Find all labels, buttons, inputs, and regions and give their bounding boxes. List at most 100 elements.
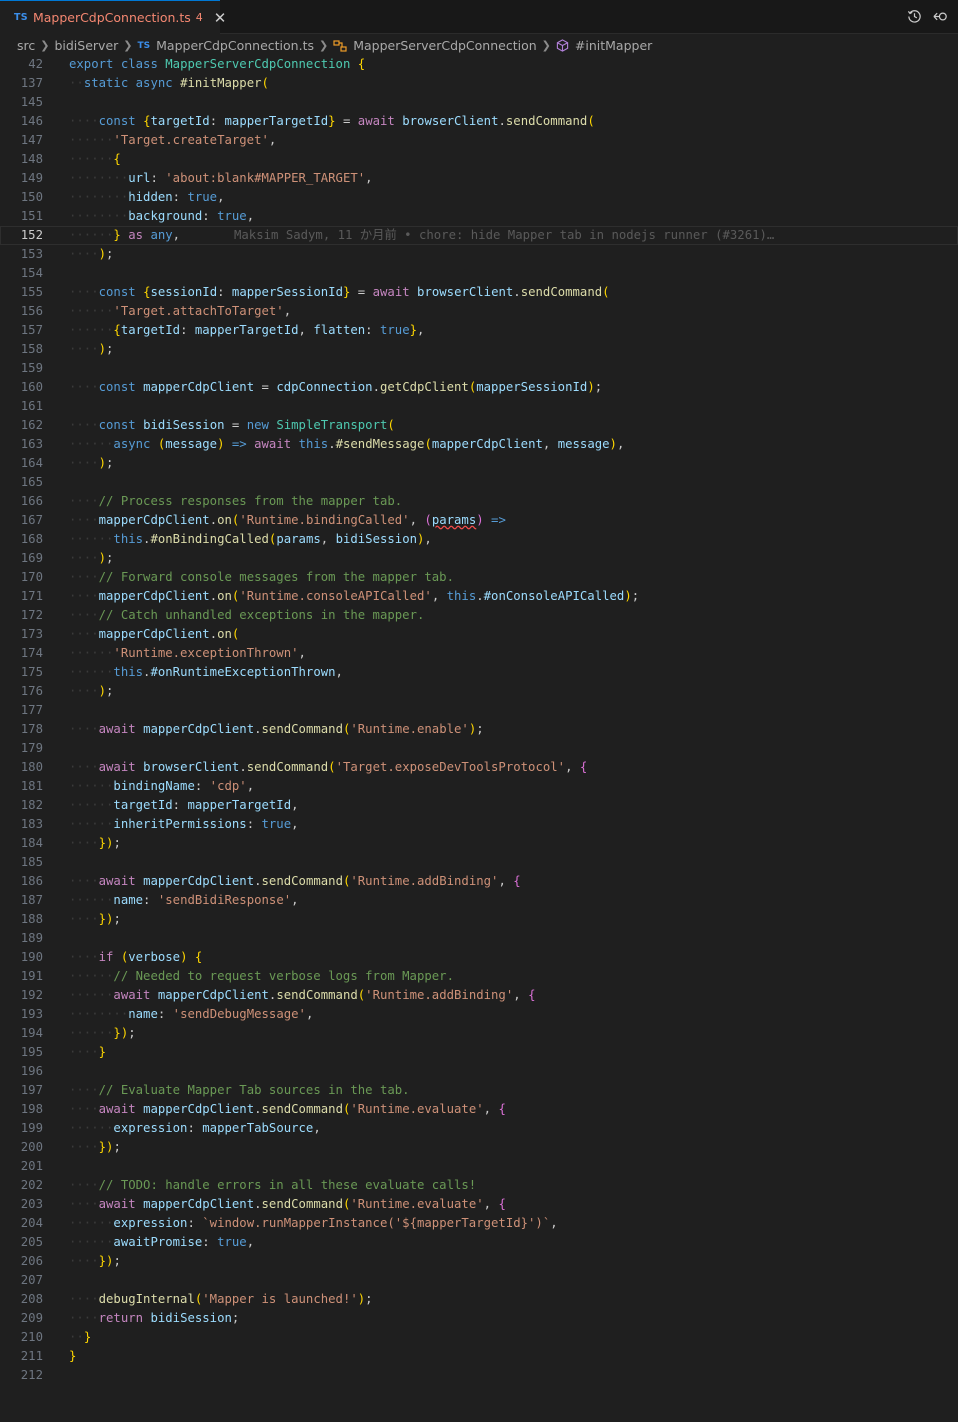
code-line[interactable]: 146 ····const {targetId: mapperTargetId} … [0,112,958,131]
code-line[interactable]: 171 ····mapperCdpClient.on('Runtime.conso… [0,587,958,606]
code-line[interactable]: 42 export class MapperServerCdpConnection… [0,55,958,74]
line-code: ····mapperCdpClient.on('Runtime.consoleA… [69,589,640,603]
code-line[interactable]: 169 ····); [0,549,958,568]
code-line[interactable]: 192 ······await mapperCdpClient.sendComma… [0,986,958,1005]
code-line[interactable]: 208 ····debugInternal('Mapper is launched… [0,1290,958,1309]
code-line[interactable]: 166 ····// Process responses from the map… [0,492,958,511]
code-line[interactable]: 155 ····const {sessionId: mapperSessionId… [0,283,958,302]
code-line[interactable]: 164 ····); [0,454,958,473]
history-icon[interactable] [906,8,922,24]
code-line[interactable]: 199 ······expression: mapperTabSource, [0,1119,958,1138]
code-line[interactable]: 211} [0,1347,958,1366]
line-number: 160 [20,380,43,394]
breadcrumb-item-bidiserver[interactable]: bidiServer [54,38,118,53]
line-number: 195 [20,1045,43,1059]
line-number: 42 [28,57,43,71]
code-line[interactable]: 202 ····// TODO: handle errors in all the… [0,1176,958,1195]
code-line[interactable]: 151 ········background: true, [0,207,958,226]
code-line[interactable]: 168 ······this.#onBindingCalled(params, b… [0,530,958,549]
breadcrumb-item-method[interactable]: #initMapper [575,38,652,53]
code-line[interactable]: 191 ······// Needed to request verbose lo… [0,967,958,986]
code-line[interactable]: 160 ····const mapperCdpClient = cdpConnec… [0,378,958,397]
code-line[interactable]: 157 ······{targetId: mapperTargetId, flat… [0,321,958,340]
code-line[interactable]: 205 ······awaitPromise: true, [0,1233,958,1252]
code-line[interactable]: 176 ····); [0,682,958,701]
code-line[interactable]: 152 ······} as any, Maksim Sadym, 11 か月前 •… [0,226,958,245]
code-line[interactable]: 163 ······async (message) => await this.#… [0,435,958,454]
code-line[interactable]: 149 ········url: 'about:blank#MAPPER_TARG… [0,169,958,188]
typescript-file-icon: TS [14,12,28,23]
code-line[interactable]: 184 ····}); [0,834,958,853]
code-line[interactable]: 203 ····await mapperCdpClient.sendCommand… [0,1195,958,1214]
breadcrumb-item-file[interactable]: MapperCdpConnection.ts [156,38,314,53]
code-line[interactable]: 150 ········hidden: true, [0,188,958,207]
git-blame-annotation[interactable]: Maksim Sadym, 11 か月前 • chore: hide Mappe… [234,226,774,245]
code-line[interactable]: 159 [0,359,958,378]
code-line[interactable]: 172 ····// Catch unhandled exceptions in … [0,606,958,625]
code-line[interactable]: 161 [0,397,958,416]
code-line[interactable]: 180 ····await browserClient.sendCommand('… [0,758,958,777]
code-line[interactable]: 189 [0,929,958,948]
code-line[interactable]: 145 [0,93,958,112]
code-line[interactable]: 207 [0,1271,958,1290]
editor-tab[interactable]: TS MapperCdpConnection.ts 4 ✕ [0,0,226,34]
breadcrumb-item-class[interactable]: MapperServerCdpConnection [353,38,536,53]
go-back-icon[interactable] [932,8,948,24]
code-line[interactable]: 153 ····); [0,245,958,264]
line-code: ····); [69,342,114,356]
line-number: 166 [20,494,43,508]
code-line[interactable]: 167 ····mapperCdpClient.on('Runtime.bindi… [0,511,958,530]
code-line[interactable]: 197 ····// Evaluate Mapper Tab sources in… [0,1081,958,1100]
code-line[interactable]: 154 [0,264,958,283]
line-number: 186 [20,874,43,888]
line-number: 184 [20,836,43,850]
line-number: 187 [20,893,43,907]
line-code: ······{targetId: mapperTargetId, flatten… [69,323,425,337]
code-line[interactable]: 209 ····return bidiSession; [0,1309,958,1328]
code-line[interactable]: 178 ····await mapperCdpClient.sendCommand… [0,720,958,739]
code-line[interactable]: 179 [0,739,958,758]
line-number: 209 [20,1311,43,1325]
line-number: 198 [20,1102,43,1116]
code-line[interactable]: 147 ······'Target.createTarget', [0,131,958,150]
code-line[interactable]: 170 ····// Forward console messages from … [0,568,958,587]
code-line[interactable]: 212 [0,1366,958,1385]
code-line[interactable]: 165 [0,473,958,492]
code-line[interactable]: 196 [0,1062,958,1081]
code-line[interactable]: 195 ····} [0,1043,958,1062]
code-line[interactable]: 206 ····}); [0,1252,958,1271]
code-editor[interactable]: 42 export class MapperServerCdpConnection… [0,55,958,1385]
code-line[interactable]: 194 ······}); [0,1024,958,1043]
code-line[interactable]: 182 ······targetId: mapperTargetId, [0,796,958,815]
code-line[interactable]: 173 ····mapperCdpClient.on( [0,625,958,644]
code-line[interactable]: 198 ····await mapperCdpClient.sendCommand… [0,1100,958,1119]
code-line[interactable]: 175 ······this.#onRuntimeExceptionThrown, [0,663,958,682]
code-line[interactable]: 181 ······bindingName: 'cdp', [0,777,958,796]
line-number: 148 [20,152,43,166]
line-code: ····debugInternal('Mapper is launched!')… [69,1292,373,1306]
code-line[interactable]: 200 ····}); [0,1138,958,1157]
code-line[interactable]: 158 ····); [0,340,958,359]
code-line[interactable]: 187 ······name: 'sendBidiResponse', [0,891,958,910]
code-line[interactable]: 185 [0,853,958,872]
code-line[interactable]: 137 ··static async #initMapper( [0,74,958,93]
code-line[interactable]: 162 ····const bidiSession = new SimpleTra… [0,416,958,435]
code-line[interactable]: 190 ····if (verbose) { [0,948,958,967]
line-number: 177 [20,703,43,717]
close-icon[interactable]: ✕ [214,9,227,27]
code-line[interactable]: 156 ······'Target.attachToTarget', [0,302,958,321]
code-line[interactable]: 186 ····await mapperCdpClient.sendCommand… [0,872,958,891]
code-line[interactable]: 188 ····}); [0,910,958,929]
code-line[interactable]: 204 ······expression: `window.runMapperIn… [0,1214,958,1233]
line-number: 170 [20,570,43,584]
breadcrumb-item-src[interactable]: src [17,38,35,53]
code-line[interactable]: 210 ··} [0,1328,958,1347]
code-line[interactable]: 201 [0,1157,958,1176]
code-line[interactable]: 174 ······'Runtime.exceptionThrown', [0,644,958,663]
code-line[interactable]: 183 ······inheritPermissions: true, [0,815,958,834]
code-line[interactable]: 148 ······{ [0,150,958,169]
line-code: ······await mapperCdpClient.sendCommand(… [69,988,536,1002]
code-line[interactable]: 177 [0,701,958,720]
code-line[interactable]: 193 ········name: 'sendDebugMessage', [0,1005,958,1024]
line-number: 137 [20,76,43,90]
